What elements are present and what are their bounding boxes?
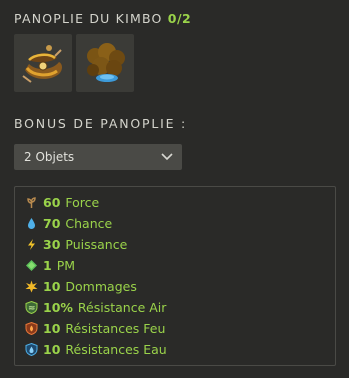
stat-row-chance: 70 Chance <box>24 213 335 234</box>
pm-icon <box>24 259 38 273</box>
stat-label: Chance <box>65 216 113 231</box>
stat-row-resistance-feu: 10 Résistances Feu <box>24 318 335 339</box>
stat-value: 1 <box>43 258 52 273</box>
item-slot-boots[interactable] <box>76 34 134 92</box>
stat-value: 60 <box>43 195 61 210</box>
stat-label: Force <box>65 195 100 210</box>
puissance-icon <box>24 238 38 252</box>
resistance-air-icon <box>24 301 38 315</box>
bonus-stats-list: 60 Force 70 Chance 30 Puissance 1 PM 10 … <box>14 186 336 366</box>
stat-value: 30 <box>43 237 61 252</box>
stat-value: 10 <box>43 321 61 336</box>
stat-label: Résistances Feu <box>65 321 166 336</box>
stat-row-force: 60 Force <box>24 192 335 213</box>
stat-label: Dommages <box>65 279 137 294</box>
stat-label: PM <box>56 258 76 273</box>
panoply-name: PANOPLIE DU KIMBO <box>14 11 163 26</box>
kimbo-belt-icon <box>22 45 62 83</box>
kimbo-boots-icon <box>87 43 125 82</box>
bonus-count-selected: 2 Objets <box>24 150 75 164</box>
force-icon <box>24 196 38 210</box>
bonus-heading: BONUS DE PANOPLIE : <box>14 116 188 131</box>
panoply-items <box>14 34 134 92</box>
chevron-down-icon <box>161 153 173 161</box>
stat-label: Puissance <box>65 237 128 252</box>
resistance-eau-icon <box>24 343 38 357</box>
stat-row-resistance-air: 10% Résistance Air <box>24 297 335 318</box>
bonus-count-dropdown[interactable]: 2 Objets <box>14 144 182 170</box>
stat-row-pm: 1 PM <box>24 255 335 276</box>
panoply-count: 0/2 <box>167 11 192 26</box>
stat-value: 70 <box>43 216 61 231</box>
stat-value: 10 <box>43 279 61 294</box>
stat-value: 10% <box>43 300 73 315</box>
dommages-icon <box>24 280 38 294</box>
stat-label: Résistance Air <box>77 300 167 315</box>
item-slot-belt[interactable] <box>14 34 72 92</box>
stat-row-resistance-eau: 10 Résistances Eau <box>24 339 335 360</box>
stat-row-dommages: 10 Dommages <box>24 276 335 297</box>
chance-icon <box>24 217 38 231</box>
stat-row-puissance: 30 Puissance <box>24 234 335 255</box>
panoply-title: PANOPLIE DU KIMBO 0/2 <box>14 11 191 26</box>
stat-label: Résistances Eau <box>65 342 167 357</box>
resistance-feu-icon <box>24 322 38 336</box>
stat-value: 10 <box>43 342 61 357</box>
